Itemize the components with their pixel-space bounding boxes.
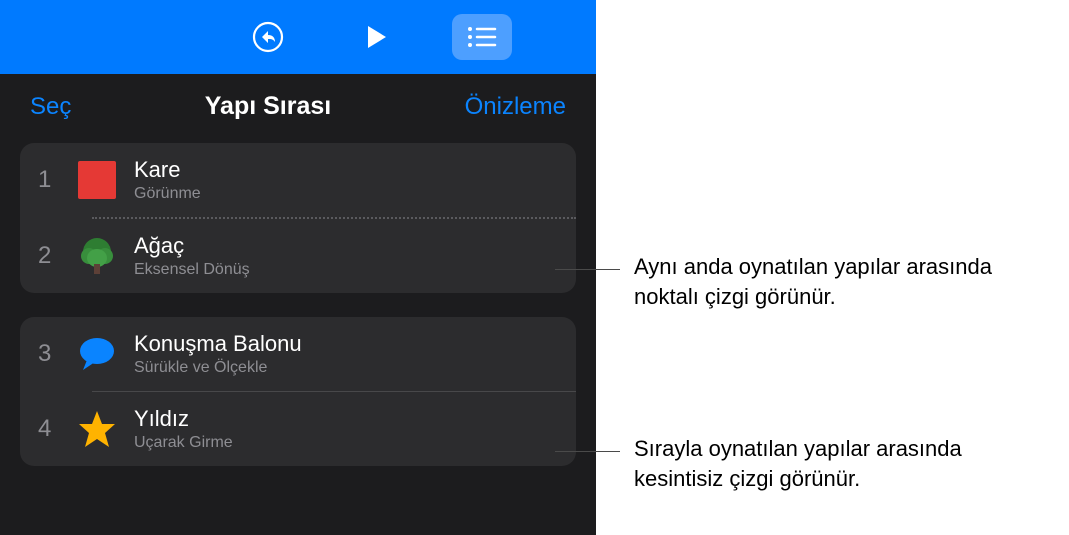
callout-line — [555, 451, 620, 452]
row-title: Konuşma Balonu — [134, 331, 558, 357]
build-row[interactable]: 4 Yıldız Uçarak Girme — [20, 392, 576, 466]
row-number: 3 — [38, 340, 76, 368]
top-toolbar — [0, 0, 596, 74]
row-subtitle: Uçarak Girme — [134, 434, 558, 452]
row-text: Konuşma Balonu Sürükle ve Ölçekle — [134, 331, 558, 377]
row-number: 4 — [38, 415, 76, 443]
undo-icon[interactable] — [244, 13, 292, 61]
row-subtitle: Görünme — [134, 185, 558, 203]
page-title: Yapı Sırası — [205, 92, 331, 121]
row-subtitle: Sürükle ve Ölçekle — [134, 359, 558, 377]
row-number: 2 — [38, 242, 76, 270]
speech-bubble-icon — [76, 333, 118, 375]
row-text: Yıldız Uçarak Girme — [134, 406, 558, 452]
build-list: 1 Kare Görünme 2 — [0, 143, 596, 466]
row-title: Ağaç — [134, 233, 558, 259]
callout-text: Aynı anda oynatılan yapılar arasında nok… — [634, 252, 1034, 311]
row-title: Yıldız — [134, 406, 558, 432]
callout-line — [555, 269, 620, 270]
row-subtitle: Eksensel Dönüş — [134, 261, 558, 279]
star-icon — [76, 408, 118, 450]
callout-sequential: Sırayla oynatılan yapılar arasında kesin… — [555, 410, 1034, 493]
tree-icon — [76, 235, 118, 277]
row-number: 1 — [38, 166, 76, 194]
callout-text: Sırayla oynatılan yapılar arasında kesin… — [634, 434, 1034, 493]
build-row[interactable]: 1 Kare Görünme — [20, 143, 576, 217]
build-group: 1 Kare Görünme 2 — [20, 143, 576, 293]
callout-simultaneous: Aynı anda oynatılan yapılar arasında nok… — [555, 228, 1034, 311]
square-icon — [76, 159, 118, 201]
build-group: 3 Konuşma Balonu Sürükle ve Ölçekle 4 — [20, 317, 576, 466]
select-button[interactable]: Seç — [30, 93, 71, 121]
preview-button[interactable]: Önizleme — [465, 93, 566, 121]
row-title: Kare — [134, 157, 558, 183]
build-row[interactable]: 3 Konuşma Balonu Sürükle ve Ölçekle — [20, 317, 576, 391]
list-icon[interactable] — [452, 14, 512, 60]
header-bar: Seç Yapı Sırası Önizleme — [0, 74, 596, 143]
build-row[interactable]: 2 Ağaç Eksensel Dönüş — [20, 219, 576, 293]
build-order-panel: Seç Yapı Sırası Önizleme 1 Kare Görünme … — [0, 0, 596, 535]
row-text: Ağaç Eksensel Dönüş — [134, 233, 558, 279]
play-icon[interactable] — [352, 13, 400, 61]
row-text: Kare Görünme — [134, 157, 558, 203]
